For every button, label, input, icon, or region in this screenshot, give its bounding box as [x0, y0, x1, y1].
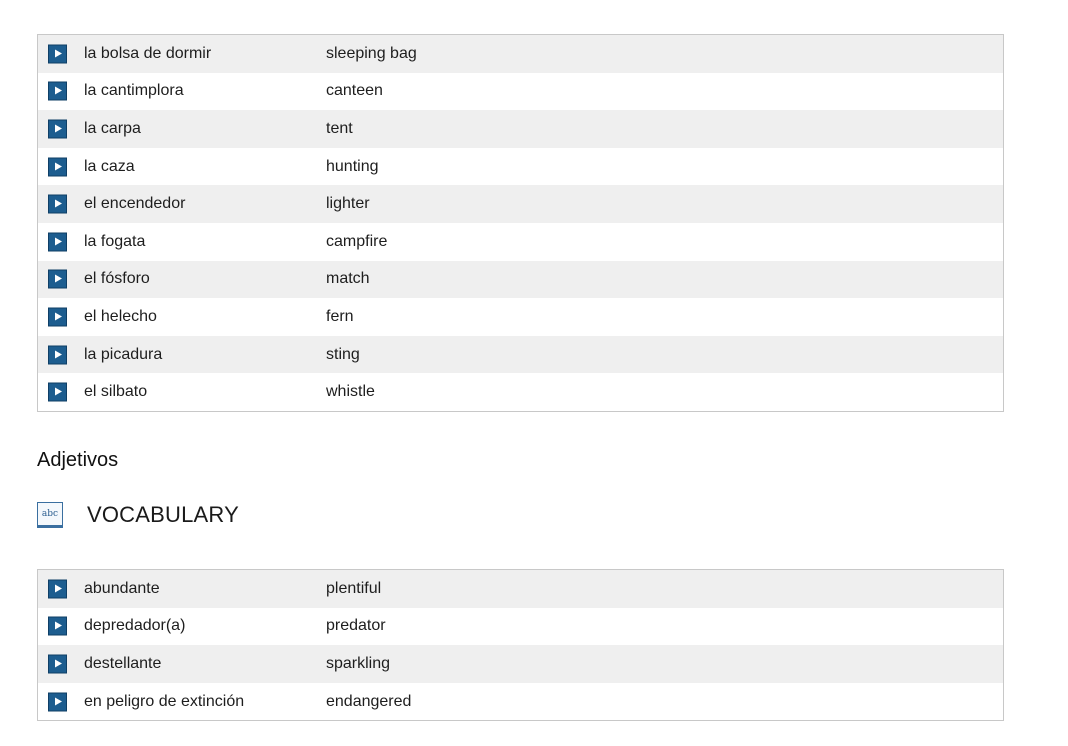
play-audio-button[interactable]	[48, 616, 67, 636]
vocabulary-title: VOCABULARY	[87, 502, 239, 527]
table-row: la bolsa de dormir sleeping bag	[38, 35, 1003, 73]
english-translation: canteen	[326, 82, 383, 100]
english-translation: sting	[326, 345, 360, 363]
spanish-term: el silbato	[84, 383, 148, 401]
english-translation: lighter	[326, 195, 370, 213]
table-row: la cantimplora canteen	[38, 72, 1003, 111]
table-row: destellante sparkling	[38, 645, 1003, 683]
spanish-term: el fósforo	[84, 270, 150, 288]
table-row: la caza hunting	[38, 147, 1003, 186]
spanish-term: abundante	[84, 579, 160, 597]
spanish-term: en peligro de extinción	[84, 692, 245, 710]
english-translation: campfire	[326, 232, 388, 250]
section-heading: Adjetivos	[37, 449, 119, 471]
spanish-term: la picadura	[84, 345, 163, 363]
play-audio-button[interactable]	[48, 307, 67, 327]
english-translation: predator	[326, 617, 386, 635]
vocab-table-nouns: la bolsa de dormir sleeping bag la canti…	[37, 34, 1004, 412]
table-row: el silbato whistle	[38, 373, 1003, 411]
table-row: el encendedor lighter	[38, 185, 1003, 223]
table-row: depredador(a) predator	[38, 607, 1003, 646]
spanish-term: depredador(a)	[84, 617, 186, 635]
play-audio-button[interactable]	[48, 654, 67, 674]
spanish-term: el helecho	[84, 307, 157, 325]
play-audio-button[interactable]	[48, 81, 67, 101]
english-translation: tent	[326, 119, 353, 137]
spanish-term: la fogata	[84, 232, 146, 250]
english-translation: match	[326, 270, 370, 288]
english-translation: sparkling	[326, 654, 391, 672]
table-row: la carpa tent	[38, 110, 1003, 148]
spanish-term: la bolsa de dormir	[84, 44, 212, 62]
play-audio-button[interactable]	[48, 269, 67, 289]
english-translation: whistle	[326, 383, 375, 401]
english-translation: endangered	[326, 692, 412, 710]
play-audio-button[interactable]	[48, 232, 67, 252]
vocabulary-book-icon: abc	[37, 502, 63, 528]
english-translation: sleeping bag	[326, 44, 417, 62]
play-audio-button[interactable]	[48, 44, 67, 64]
play-audio-button[interactable]	[48, 345, 67, 365]
play-audio-button[interactable]	[48, 194, 67, 214]
play-audio-button[interactable]	[48, 157, 67, 177]
table-row: la fogata campfire	[38, 222, 1003, 261]
play-audio-button[interactable]	[48, 382, 67, 402]
english-translation: plentiful	[326, 579, 382, 597]
spanish-term: la carpa	[84, 119, 141, 137]
spanish-term: la caza	[84, 157, 135, 175]
spanish-term: la cantimplora	[84, 82, 184, 100]
play-audio-button[interactable]	[48, 119, 67, 139]
english-translation: hunting	[326, 157, 379, 175]
play-audio-button[interactable]	[48, 692, 67, 712]
table-row: el fósforo match	[38, 260, 1003, 299]
table-row: la picadura sting	[38, 335, 1003, 374]
table-row: en peligro de extinción endangered	[38, 682, 1003, 721]
spanish-term: el encendedor	[84, 195, 186, 213]
play-audio-button[interactable]	[48, 579, 67, 599]
spanish-term: destellante	[84, 654, 162, 672]
table-row: abundante plentiful	[38, 570, 1003, 608]
vocab-table-adjectives: abundante plentiful depredador(a) predat…	[37, 569, 1004, 722]
vocabulary-header: abc VOCABULARY	[37, 500, 239, 530]
english-translation: fern	[326, 307, 354, 325]
table-row: el helecho fern	[38, 298, 1003, 336]
